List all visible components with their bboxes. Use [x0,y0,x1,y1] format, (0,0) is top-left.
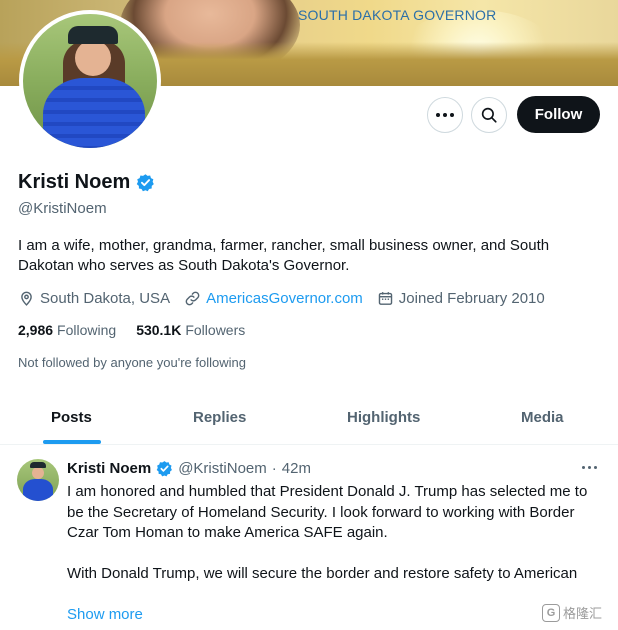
tab-highlights[interactable]: Highlights [347,409,420,426]
profile-tabs: Posts Replies Highlights Media [0,392,618,445]
profile-bio: I am a wife, mother, grandma, farmer, ra… [18,237,550,274]
more-horizontal-icon [436,113,454,117]
tweet-paragraph: I am honored and humbled that President … [67,483,588,541]
tweet-more-button[interactable] [582,466,597,469]
more-horizontal-icon [582,466,597,469]
tweet-author-name[interactable]: Kristi Noem [67,460,151,477]
tweet-dot-separator: · [271,460,277,477]
verified-badge-icon[interactable] [156,460,173,477]
tweet-avatar[interactable] [17,459,59,501]
not-followed-note: Not followed by anyone you're following [18,355,246,370]
tweet-header: Kristi Noem @KristiNoem · 42m [67,460,311,477]
avatar-jacket [43,78,145,148]
profile-name: Kristi Noem [18,171,131,193]
location-text: South Dakota, USA [40,290,171,307]
joined-item: Joined February 2010 [377,290,545,307]
search-icon [481,107,497,123]
website-link[interactable]: AmericasGovernor.com [206,290,363,307]
joined-text: Joined February 2010 [398,290,545,307]
website-item[interactable]: AmericasGovernor.com [184,290,363,307]
banner-title: SOUTH DAKOTA GOVERNOR [298,7,497,23]
tweet-body: I am honored and humbled that President … [67,482,607,605]
watermark-logo-icon: G [542,603,560,622]
following-label: Following [57,322,117,338]
tab-posts[interactable]: Posts [51,409,92,426]
tweet-paragraph: With Donald Trump, we will secure the bo… [67,565,578,582]
more-options-button[interactable] [427,97,463,133]
follow-counts: 2,986 Following 530.1K Followers [18,322,245,338]
tweet-avatar-cap [30,462,46,468]
profile-avatar[interactable] [19,10,161,152]
profile-meta: South Dakota, USA AmericasGovernor.com J… [18,290,559,307]
tab-media[interactable]: Media [521,409,564,426]
following-link[interactable]: 2,986 Following [18,322,116,338]
location-pin-icon [21,291,32,306]
verified-badge-icon[interactable] [136,173,155,192]
link-icon [185,291,200,306]
following-count: 2,986 [18,322,54,338]
followers-label: Followers [185,322,246,338]
avatar-cap [68,26,118,44]
active-tab-indicator [43,440,101,444]
avatar-face [75,40,111,76]
tweet-avatar-jacket [23,479,53,501]
watermark-text: 格隆汇 [563,606,603,621]
tab-replies[interactable]: Replies [193,409,246,426]
watermark: G 格隆汇 [542,603,602,622]
follow-button[interactable]: Follow [517,96,600,133]
show-more-link[interactable]: Show more [67,606,143,623]
followers-count: 530.1K [136,322,182,338]
tweet-avatar-face [32,467,44,479]
tweet-author-handle[interactable]: @KristiNoem [178,460,267,477]
search-profile-button[interactable] [471,97,507,133]
location-item: South Dakota, USA [18,290,170,307]
profile-name-row: Kristi Noem [18,171,155,194]
followers-link[interactable]: 530.1K Followers [136,322,245,338]
calendar-icon [378,292,393,305]
profile-handle: @KristiNoem [18,200,107,217]
tweet-timestamp[interactable]: 42m [282,460,311,477]
